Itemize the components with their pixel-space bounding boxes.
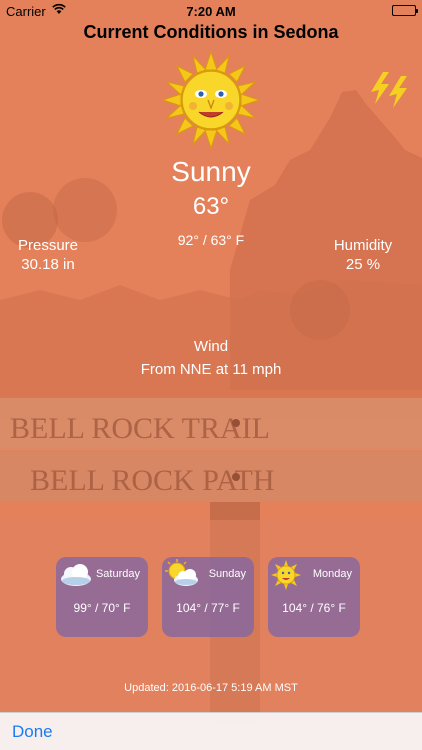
forecast-day: Monday [312, 568, 352, 580]
forecast-card-saturday[interactable]: Saturday 99° / 70° F [56, 557, 148, 637]
wind-value: From NNE at 11 mph [140, 361, 282, 378]
updated-timestamp: Updated: 2016-06-17 5:19 AM MST [124, 682, 298, 694]
forecast-card-sunday[interactable]: Sunday 104° / 77° F [162, 557, 254, 637]
battery-icon [392, 5, 418, 16]
humidity-label: Humidity [333, 237, 393, 254]
status-bar: Carrier 7:20 AM [0, 0, 422, 22]
forecast-range: 99° / 70° F [73, 601, 131, 615]
pressure-block: Pressure 30.18 in [6, 237, 90, 273]
forecast-card-monday[interactable]: Monday 104° / 76° F [268, 557, 360, 637]
wind-block: Wind From NNE at 11 mph [0, 338, 422, 378]
sunny-icon [270, 559, 304, 596]
forecast-range: 104° / 76° F [282, 601, 346, 615]
humidity-value: 25 % [345, 256, 381, 273]
condition-text: Sunny [171, 156, 251, 187]
cloudy-icon [58, 559, 94, 594]
pressure-value: 30.18 in [21, 256, 75, 273]
forecast-day: Saturday [95, 568, 140, 580]
wind-label: Wind [193, 338, 229, 355]
forecast-range: 104° / 77° F [176, 601, 240, 615]
refresh-icon[interactable] [367, 70, 411, 115]
forecast-day: Sunday [208, 568, 246, 580]
page-title: Current Conditions in Sedona [83, 22, 339, 42]
pressure-label: Pressure [17, 237, 79, 254]
bottom-toolbar: Done [0, 712, 422, 750]
smiling-sun-icon [160, 50, 262, 155]
status-time: 7:20 AM [186, 4, 236, 19]
humidity-block: Humidity 25 % [318, 237, 408, 273]
partly-cloudy-icon [164, 559, 200, 594]
done-button[interactable]: Done [12, 722, 53, 742]
temperature-text: 63° [192, 193, 230, 220]
